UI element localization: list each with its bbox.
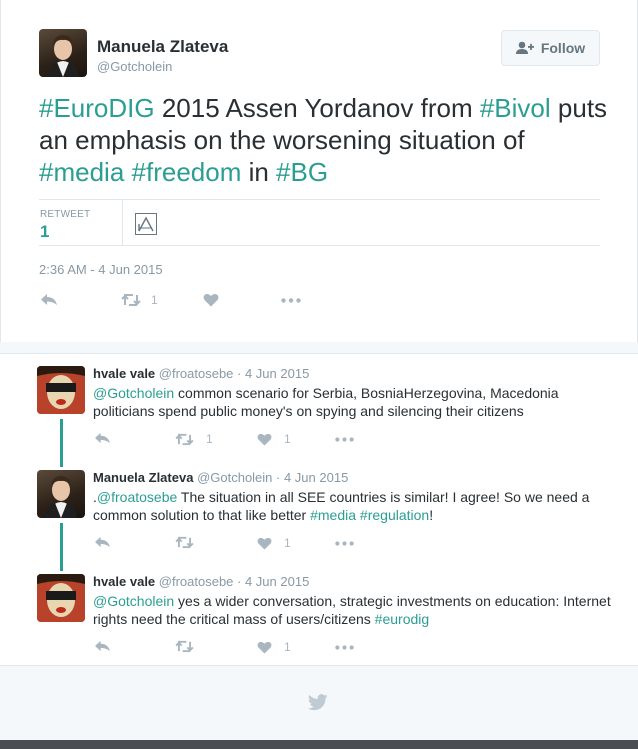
tweet-text-part[interactable]: #media (39, 157, 124, 187)
heart-icon (257, 641, 272, 654)
add-user-icon (515, 41, 534, 54)
retweet-button[interactable] (175, 640, 194, 653)
ellipsis-icon (335, 437, 354, 442)
reply-button[interactable] (94, 640, 111, 653)
heart-icon (257, 433, 272, 446)
ellipsis-icon (335, 645, 354, 650)
reply-avatar[interactable] (37, 366, 85, 414)
reply-icon (41, 294, 57, 305)
retweet-icon (175, 536, 194, 549)
stat-divider (122, 200, 123, 246)
tweet-timestamp[interactable]: 2:36 AM - 4 Jun 2015 (39, 262, 163, 277)
reply-meta[interactable]: @froatosebe · 4 Jun 2015 (159, 574, 310, 589)
reply-icon (95, 432, 110, 444)
follow-button[interactable]: Follow (501, 30, 600, 66)
like-count: 1 (284, 640, 291, 654)
retweet-stat-value[interactable]: 1 (40, 222, 49, 242)
reply-author-name[interactable]: Manuela Zlateva (93, 470, 193, 485)
like-button[interactable]: 1 (257, 536, 291, 550)
person-photo-icon (45, 476, 77, 518)
author-avatar[interactable] (39, 29, 87, 77)
masked-face-icon (37, 366, 85, 414)
like-button[interactable]: 1 (257, 432, 291, 446)
tweet-text-part[interactable]: #EuroDIG (39, 93, 155, 123)
heart-icon (257, 537, 272, 550)
retweet-icon (175, 640, 194, 653)
reply-author-name[interactable]: hvale vale (93, 366, 155, 381)
tweet-text-part: 2015 Assen Yordanov from (154, 93, 480, 123)
retweet-count: 1 (206, 432, 213, 446)
reply-text: @Gotcholein yes a wider conversation, st… (93, 592, 613, 628)
masked-face-icon (37, 574, 85, 622)
tweet-stats: RETWEET 1 (39, 199, 600, 246)
thread-connector (60, 419, 63, 467)
reply-button[interactable] (94, 432, 111, 445)
like-count: 1 (284, 432, 291, 446)
tweet-text-part: ! (429, 507, 434, 523)
tweet-text-part[interactable]: #regulation (360, 507, 429, 523)
reply-button[interactable] (94, 536, 111, 549)
author-handle[interactable]: @Gotcholein (97, 59, 172, 74)
bottom-bar (0, 740, 638, 749)
retweet-button[interactable]: 1 (175, 432, 213, 446)
reply-header: hvale vale @froatosebe · 4 Jun 2015 (93, 574, 309, 589)
ellipsis-icon (335, 541, 354, 546)
person-photo-icon (47, 35, 79, 77)
more-button[interactable] (335, 437, 354, 442)
reply-meta[interactable]: @Gotcholein · 4 Jun 2015 (197, 470, 348, 485)
reply-author-name[interactable]: hvale vale (93, 574, 155, 589)
replies-section: hvale vale @froatosebe · 4 Jun 2015 @Got… (0, 353, 638, 666)
tweet-text-part[interactable]: #freedom (132, 157, 242, 187)
retweeter-avatar-icon (138, 216, 154, 232)
reply-icon (95, 536, 110, 548)
twitter-bird-icon[interactable] (307, 694, 328, 716)
author-name[interactable]: Manuela Zlateva (97, 37, 228, 57)
retweet-count: 1 (151, 293, 158, 307)
reply-icon (95, 640, 110, 652)
like-button[interactable]: 1 (257, 640, 291, 654)
follow-label: Follow (540, 40, 586, 56)
tweet-text-part: in (241, 157, 277, 187)
reply-avatar[interactable] (37, 574, 85, 622)
reply-text: @Gotcholein common scenario for Serbia, … (93, 384, 613, 420)
reply-text: .@froatosebe The situation in all SEE co… (93, 488, 613, 524)
reply-button[interactable] (40, 293, 58, 307)
more-button[interactable] (335, 645, 354, 650)
more-button[interactable] (281, 298, 301, 303)
tweet-text: #EuroDIG 2015 Assen Yordanov from #Bivol… (39, 92, 609, 188)
tweet-text-part[interactable]: @Gotcholein (93, 385, 174, 401)
like-button[interactable] (203, 293, 219, 307)
reply-meta[interactable]: @froatosebe · 4 Jun 2015 (159, 366, 310, 381)
retweeter-avatar[interactable] (135, 213, 157, 235)
tweet-text-part[interactable]: @froatosebe (97, 489, 177, 505)
reply-avatar[interactable] (37, 470, 85, 518)
tweet-text-part[interactable]: #BG (276, 157, 328, 187)
tweet-text-part[interactable]: #media (310, 507, 356, 523)
reply-header: hvale vale @froatosebe · 4 Jun 2015 (93, 366, 309, 381)
retweet-stat-label: RETWEET (40, 209, 91, 220)
reply-header: Manuela Zlateva @Gotcholein · 4 Jun 2015 (93, 470, 348, 485)
more-button[interactable] (335, 541, 354, 546)
retweet-icon (175, 433, 194, 445)
tweet-text-part (124, 157, 131, 187)
retweet-icon (121, 293, 141, 307)
thread-connector (60, 523, 63, 571)
retweet-button[interactable] (175, 536, 194, 549)
tweet-text-part[interactable]: @Gotcholein (93, 593, 174, 609)
tweet-text-part[interactable]: #Bivol (480, 93, 551, 123)
tweet-text-part[interactable]: #eurodig (375, 611, 430, 627)
like-count: 1 (284, 536, 291, 550)
ellipsis-icon (281, 298, 301, 303)
heart-icon (203, 293, 219, 307)
main-tweet-card: Manuela Zlateva @Gotcholein Follow #Euro… (0, 0, 638, 342)
retweet-button[interactable]: 1 (121, 293, 158, 307)
